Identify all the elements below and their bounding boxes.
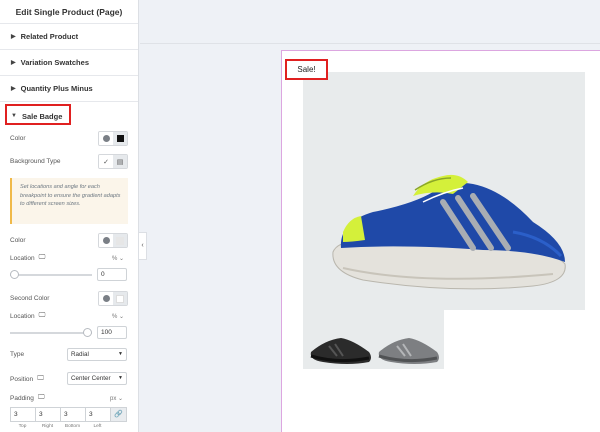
color-row: Color [10, 131, 128, 146]
panel-title: Edit Single Product (Page) [0, 0, 138, 24]
editor-panel: Edit Single Product (Page) ▶ Related Pro… [0, 0, 139, 432]
caret-right-icon: ▶ [11, 86, 16, 92]
color-swatch-button[interactable] [113, 292, 127, 305]
desktop-icon[interactable]: 🖵 [39, 254, 46, 262]
location-label: Location [10, 254, 35, 262]
section-sale-badge[interactable]: ▼ Sale Badge [0, 102, 138, 130]
section-label: Related Product [20, 32, 79, 41]
chevron-down-icon: ▼ [118, 375, 123, 381]
global-colors-icon[interactable] [99, 234, 113, 247]
padding-unit-select[interactable]: px ⌄ [110, 395, 123, 402]
location2-input[interactable]: 100 [97, 326, 127, 339]
link-icon[interactable]: 🔗 [110, 407, 127, 422]
padding-label: Padding [10, 394, 34, 402]
thumbnail-grey-shoe[interactable] [378, 338, 439, 364]
location-slider[interactable] [10, 270, 92, 279]
position-select[interactable]: Center Center ▼ [67, 372, 127, 385]
padding-inputs: 3 3 3 3 🔗 [10, 407, 127, 422]
caret-right-icon: ▶ [11, 60, 16, 66]
location-unit-select[interactable]: % ⌄ [112, 255, 124, 262]
caret-right-icon: ▶ [11, 34, 16, 40]
desktop-icon[interactable]: 🖵 [37, 375, 44, 383]
gradient-icon[interactable]: ▤ [113, 155, 127, 168]
second-color-control [98, 291, 128, 306]
location2-label: Location [10, 312, 35, 320]
padding-bottom-label: Bottom [64, 424, 81, 429]
classic-brush-icon[interactable]: ✓ [99, 155, 113, 168]
type-select[interactable]: Radial ▼ [67, 348, 127, 361]
padding-bottom-input[interactable]: 3 [60, 407, 85, 422]
chevron-left-icon: ‹ [141, 242, 144, 249]
thumbnail-black-shoe[interactable] [310, 338, 371, 364]
canvas-divider [140, 43, 600, 44]
color-swatch-button[interactable] [113, 132, 127, 145]
type-select-value: Radial [71, 351, 89, 358]
background-type-row: Background Type ✓ ▤ [10, 154, 128, 169]
background-type-label: Background Type [10, 158, 61, 165]
gradient-color-row: Color [10, 233, 128, 248]
padding-left-input[interactable]: 3 [85, 407, 110, 422]
type-label: Type [10, 351, 25, 358]
padding-side-labels: Top Right Bottom Left [10, 424, 127, 429]
section-label: Variation Swatches [20, 58, 89, 67]
global-colors-icon[interactable] [99, 132, 113, 145]
location2-unit-select[interactable]: % ⌄ [112, 313, 124, 320]
location-input[interactable]: 0 [97, 268, 127, 281]
padding-left-label: Left [93, 424, 102, 429]
section-label: Quantity Plus Minus [20, 84, 93, 93]
product-thumbnails [303, 310, 444, 369]
padding-right-label: Right [41, 424, 54, 429]
color-swatch-button[interactable] [113, 234, 127, 247]
chevron-down-icon: ▼ [118, 351, 123, 357]
section-related-product[interactable]: ▶ Related Product [0, 24, 138, 50]
section-variation-swatches[interactable]: ▶ Variation Swatches [0, 50, 138, 76]
gradient-color-label: Color [10, 237, 26, 244]
gradient-note: Set locations and angle for each breakpo… [10, 178, 128, 224]
location2-row: Location 🖵 [10, 312, 128, 320]
background-type-control: ✓ ▤ [98, 154, 128, 169]
padding-top-label: Top [18, 424, 27, 429]
padding-right-input[interactable]: 3 [35, 407, 60, 422]
collapse-panel-button[interactable]: ‹ [139, 232, 147, 260]
color-control [98, 131, 128, 146]
product-main-image[interactable] [303, 72, 585, 310]
shoe-image [332, 174, 566, 290]
desktop-icon[interactable]: 🖵 [38, 394, 45, 402]
position-select-value: Center Center [71, 375, 111, 382]
second-color-row: Second Color [10, 291, 128, 306]
location-row: Location 🖵 [10, 254, 128, 262]
global-colors-icon[interactable] [99, 292, 113, 305]
desktop-icon[interactable]: 🖵 [39, 312, 46, 320]
padding-top-input[interactable]: 3 [10, 407, 35, 422]
section-quantity-plus-minus[interactable]: ▶ Quantity Plus Minus [0, 76, 138, 102]
location-slider-handle[interactable] [10, 270, 19, 279]
color-label: Color [10, 135, 26, 142]
highlight-box [5, 104, 71, 125]
location2-slider-handle[interactable] [83, 328, 92, 337]
second-color-label: Second Color [10, 295, 50, 302]
location2-slider[interactable] [10, 328, 92, 337]
position-label: Position [10, 375, 34, 383]
sale-badge[interactable]: Sale! [285, 59, 328, 80]
gradient-color-control [98, 233, 128, 248]
